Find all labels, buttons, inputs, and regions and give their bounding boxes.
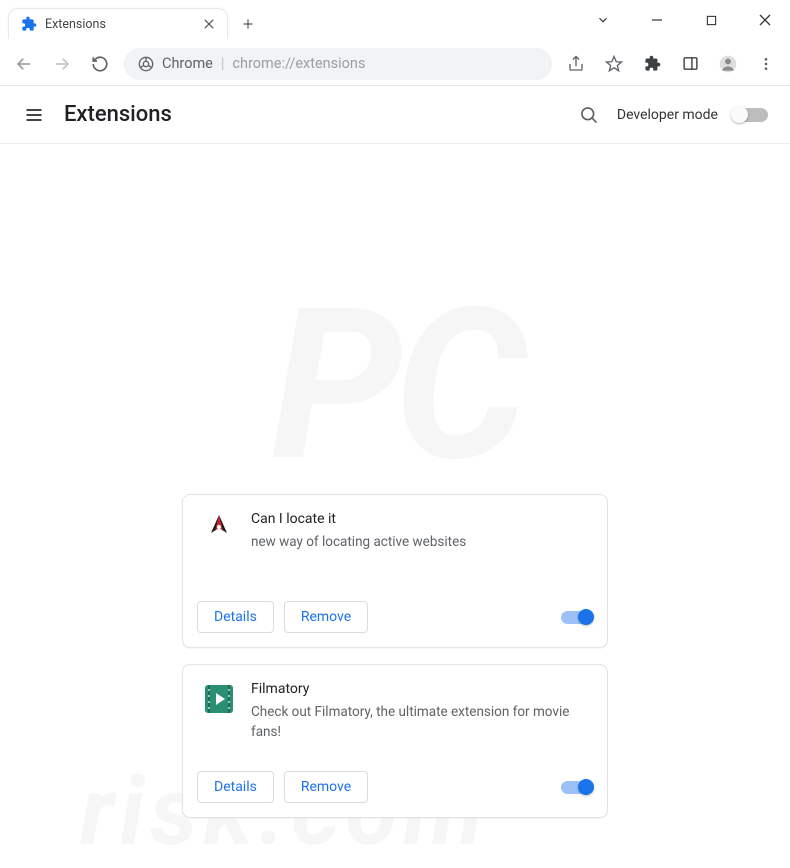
share-icon[interactable]	[562, 50, 590, 78]
hamburger-menu-icon[interactable]	[22, 103, 46, 127]
bookmark-star-icon[interactable]	[600, 50, 628, 78]
extension-card: Can I locate it new way of locating acti…	[182, 494, 608, 648]
extension-name: Filmatory	[251, 681, 589, 697]
extension-card: Filmatory Check out Filmatory, the ultim…	[182, 664, 608, 818]
extension-icon	[201, 511, 237, 547]
forward-button[interactable]	[48, 50, 76, 78]
extension-description: new way of locating active websites	[251, 533, 589, 553]
developer-mode-label: Developer mode	[617, 107, 718, 123]
page-title: Extensions	[64, 102, 577, 127]
extension-description: Check out Filmatory, the ultimate extens…	[251, 703, 589, 742]
new-tab-button[interactable]	[234, 10, 262, 38]
extension-enable-toggle[interactable]	[561, 611, 593, 624]
window-close-button[interactable]	[750, 8, 780, 32]
address-bar[interactable]: Chrome | chrome://extensions	[124, 48, 552, 80]
developer-mode-toggle[interactable]	[732, 108, 768, 122]
remove-button[interactable]: Remove	[284, 771, 368, 803]
puzzle-icon	[21, 16, 37, 32]
back-button[interactable]	[10, 50, 38, 78]
extension-icon	[201, 681, 237, 717]
extension-enable-toggle[interactable]	[561, 781, 593, 794]
window-maximize-button[interactable]	[696, 8, 726, 32]
reload-button[interactable]	[86, 50, 114, 78]
extensions-icon[interactable]	[638, 50, 666, 78]
browser-tab[interactable]: Extensions	[8, 8, 228, 39]
kebab-menu-icon[interactable]	[752, 50, 780, 78]
address-url: chrome://extensions	[232, 55, 365, 72]
extension-name: Can I locate it	[251, 511, 589, 527]
tab-close-icon[interactable]	[201, 16, 217, 32]
details-button[interactable]: Details	[197, 601, 274, 633]
address-separator: |	[221, 55, 225, 72]
tab-title: Extensions	[45, 17, 193, 32]
chrome-origin-icon	[138, 56, 154, 72]
details-button[interactable]: Details	[197, 771, 274, 803]
sidepanel-icon[interactable]	[676, 50, 704, 78]
window-minimize-button[interactable]	[642, 8, 672, 32]
chevron-down-icon[interactable]	[588, 8, 618, 32]
profile-avatar-icon[interactable]	[714, 50, 742, 78]
search-icon[interactable]	[577, 103, 601, 127]
watermark-text: PC	[0, 292, 790, 481]
origin-label: Chrome	[162, 55, 213, 72]
remove-button[interactable]: Remove	[284, 601, 368, 633]
